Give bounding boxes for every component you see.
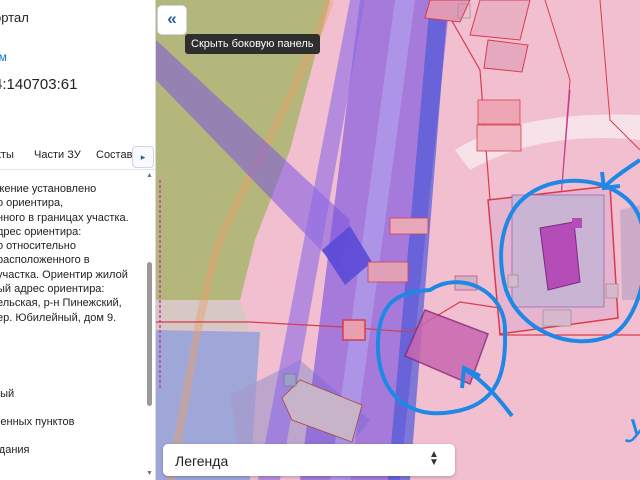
tab-objects[interactable]: кты	[0, 149, 14, 161]
description-line: ый адрес ориентира:	[0, 283, 105, 296]
description-line: о относительно	[0, 240, 76, 253]
sidebar-panel: ортал ам 4:140703:61 кты Части ЗУ Состав…	[0, 0, 156, 480]
description-line: расположенного в	[0, 254, 90, 267]
building	[477, 99, 521, 125]
sidebar-link[interactable]: ам	[0, 50, 7, 64]
shed	[605, 283, 619, 299]
sidebar-tabs: кты Части ЗУ Состав ▸	[0, 143, 155, 170]
cadastral-map[interactable]: 21 УЧАСТОК	[156, 0, 640, 480]
description-line: о ориентира,	[0, 197, 64, 210]
shed	[507, 274, 519, 288]
location-description: жение установлено о ориентира, нного в г…	[0, 182, 147, 325]
building	[476, 124, 522, 152]
collapse-sidebar-button[interactable]: «	[157, 5, 187, 35]
scrollbar-thumb[interactable]	[147, 262, 152, 406]
description-line: жение установлено	[0, 183, 97, 195]
cadastral-number: 4:140703:61	[0, 76, 78, 93]
building	[342, 319, 366, 341]
building	[367, 261, 409, 283]
shed	[542, 309, 572, 327]
tab-composition[interactable]: Состав	[96, 149, 132, 161]
description-line: ер. Юбилейный, дом 9.	[0, 311, 117, 324]
house-annex	[572, 218, 582, 228]
info-item: здания	[0, 444, 30, 456]
handwritten-label: УЧАСТОК	[624, 412, 640, 449]
building	[483, 39, 529, 73]
description-line: дрес ориентира:	[0, 225, 82, 238]
scroll-down-icon[interactable]: ▼	[146, 470, 153, 477]
info-item: ный	[0, 388, 15, 400]
tooltip: Скрыть боковую панель	[185, 34, 320, 54]
scroll-up-icon[interactable]: ▲	[146, 172, 153, 179]
description-line: нного в границах участка.	[0, 211, 129, 224]
tab-parts[interactable]: Части ЗУ	[34, 149, 81, 161]
tabs-next-icon[interactable]: ▸	[132, 146, 154, 168]
legend-dropdown[interactable]: Легенда ▲ ▼	[163, 444, 455, 476]
building	[389, 217, 429, 235]
description-line: ельская, р-н Пинежский,	[0, 297, 122, 310]
map-canvas	[156, 0, 640, 480]
building	[283, 373, 297, 387]
info-item: ленных пунктов	[0, 416, 75, 428]
sort-arrows-icon: ▲ ▼	[429, 449, 439, 468]
zone-edge	[620, 205, 640, 300]
sidebar-header: ортал	[0, 10, 29, 25]
building	[469, 0, 531, 41]
description-line: участка. Ориентир жилой	[0, 268, 128, 281]
legend-label: Легенда	[175, 453, 229, 469]
